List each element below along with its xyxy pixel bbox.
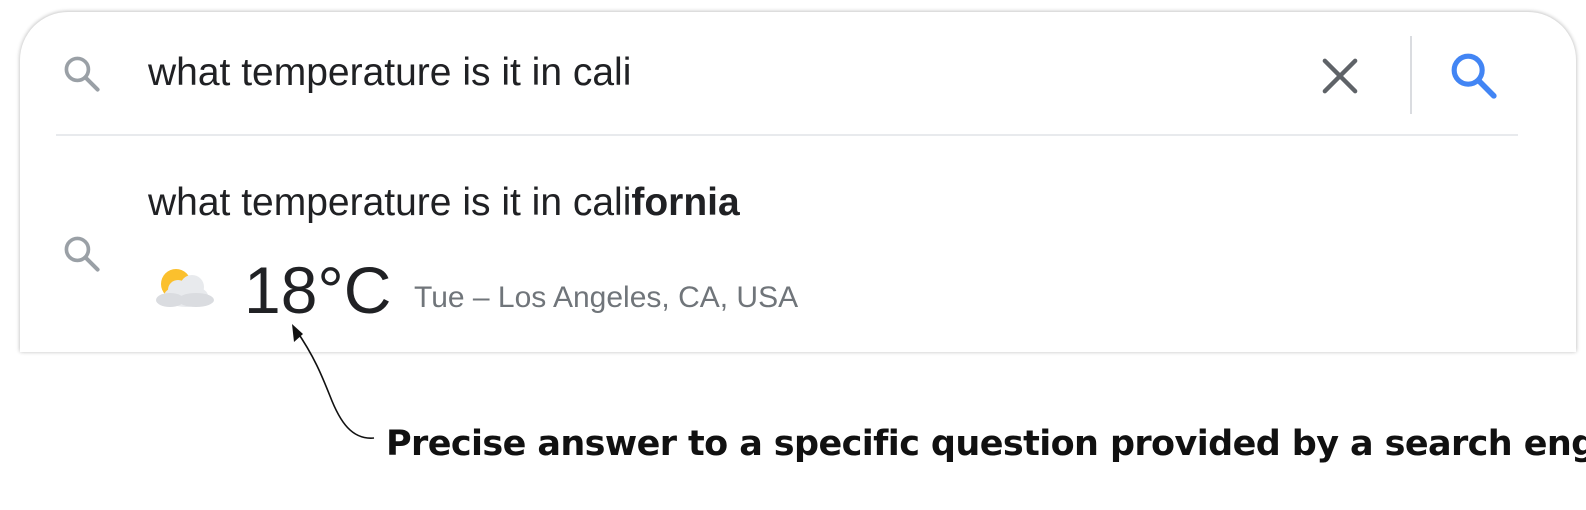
search-box: what temperature is it in cali what temp… xyxy=(20,12,1576,352)
annotation-caption: Precise answer to a specific question pr… xyxy=(386,424,1586,464)
suggestion-prefix: what temperature is it in cali xyxy=(148,181,632,224)
suggestion-text: what temperature is it in california xyxy=(148,180,740,226)
search-icon xyxy=(64,56,100,92)
suggestion-completion: fornia xyxy=(631,181,740,224)
partly-cloudy-icon xyxy=(156,269,214,307)
close-icon[interactable] xyxy=(1314,50,1366,102)
search-submit-icon[interactable] xyxy=(1446,48,1502,104)
search-query-row: what temperature is it in cali xyxy=(20,12,1576,136)
weather-details: Tue – Los Angeles, CA, USA xyxy=(414,281,799,314)
toolbar-divider xyxy=(1410,36,1412,114)
search-input[interactable]: what temperature is it in cali xyxy=(148,50,631,96)
search-icon xyxy=(64,236,100,272)
temperature-value: 18°C xyxy=(244,253,392,327)
suggestion-item[interactable]: what temperature is it in california 18°… xyxy=(20,136,1576,352)
